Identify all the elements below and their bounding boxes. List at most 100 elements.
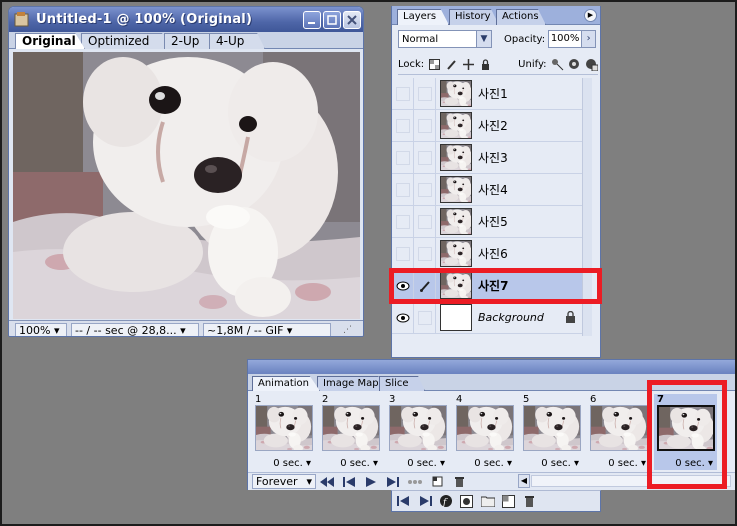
frame-scrollbar[interactable] [531, 475, 731, 487]
frame-thumbnail [456, 405, 514, 451]
link-box [417, 214, 432, 229]
layer-style-button[interactable]: f [438, 494, 453, 509]
layer-name: 사진1 [478, 87, 508, 101]
frame-delay[interactable]: 0 sec. ▾ [252, 458, 315, 469]
minimize-button[interactable] [303, 10, 321, 29]
unify-position-icon[interactable] [551, 58, 564, 71]
tab-image-map[interactable]: Image Map [317, 376, 389, 391]
lock-brush-icon[interactable] [445, 58, 458, 71]
frame-item[interactable]: 4 0 sec. ▾ [453, 394, 516, 472]
frame-delay[interactable]: 0 sec. ▾ [654, 458, 717, 469]
next-frame-button[interactable] [382, 474, 404, 489]
link-toggle[interactable] [414, 141, 436, 174]
visibility-toggle[interactable] [392, 141, 414, 174]
next-frame-small-button[interactable] [417, 494, 432, 509]
frame-item[interactable]: 2 0 sec. ▾ [319, 394, 382, 472]
link-toggle[interactable] [414, 237, 436, 270]
tab-history[interactable]: History [449, 9, 499, 25]
previous-frame-small-button[interactable] [396, 494, 411, 509]
visibility-toggle[interactable] [392, 173, 414, 206]
new-set-button[interactable] [480, 494, 495, 509]
layer-row-background[interactable]: Background [392, 301, 582, 334]
frame-item[interactable]: 6 0 sec. ▾ [587, 394, 650, 472]
layer-row[interactable]: 사진3 [392, 141, 582, 174]
blend-mode-select[interactable]: Normal ▼ [398, 30, 492, 48]
layer-row[interactable]: 사진1 [392, 77, 582, 110]
close-button[interactable] [343, 10, 361, 29]
link-toggle[interactable] [414, 77, 436, 110]
step-forward-icon [387, 476, 399, 487]
play-icon [366, 476, 376, 487]
link-toggle[interactable] [414, 269, 436, 302]
layer-row[interactable]: 사진4 [392, 173, 582, 206]
lock-transparency-icon[interactable] [428, 58, 441, 71]
adjustment-layer-button[interactable] [501, 494, 516, 509]
layer-row[interactable]: 사진2 [392, 109, 582, 142]
unify-style-icon[interactable] [585, 58, 598, 71]
resize-grip-icon[interactable]: ⋰ [343, 325, 352, 335]
tab-animation[interactable]: Animation [252, 376, 320, 391]
animation-panel-titlebar[interactable] [248, 360, 736, 374]
duplicate-frame-button[interactable] [426, 474, 448, 489]
lock-move-icon[interactable] [462, 58, 475, 71]
frame-thumbnail [389, 405, 447, 451]
layer-row[interactable]: 사진6 [392, 237, 582, 270]
lock-row: Lock: Unify: [398, 55, 598, 75]
frame-item[interactable]: 5 0 sec. ▾ [520, 394, 583, 472]
layers-bottom-toolbar: f [391, 490, 601, 512]
opacity-slider-button[interactable]: › [582, 30, 597, 48]
frame-delay[interactable]: 0 sec. ▾ [453, 458, 516, 469]
opacity-input[interactable]: 100% [548, 30, 583, 48]
link-toggle[interactable] [414, 301, 436, 334]
download-time-select[interactable]: -- / -- sec @ 28,8... ▾ [71, 322, 199, 336]
visibility-toggle[interactable] [392, 269, 414, 302]
tab-optimized[interactable]: Optimized [81, 33, 175, 49]
lock-all-icon[interactable] [479, 58, 492, 71]
tab-actions[interactable]: Actions [496, 9, 546, 25]
link-toggle[interactable] [414, 109, 436, 142]
document-titlebar[interactable]: Untitled-1 @ 100% (Original) [9, 7, 363, 32]
scroll-left-button[interactable]: ◀ [518, 474, 530, 488]
link-toggle[interactable] [414, 205, 436, 238]
frame-delay[interactable]: 0 sec. ▾ [319, 458, 382, 469]
visibility-toggle[interactable] [392, 77, 414, 110]
first-frame-button[interactable] [316, 474, 338, 489]
previous-frame-button[interactable] [338, 474, 360, 489]
delete-layer-button[interactable] [522, 494, 537, 509]
frame-item-selected[interactable]: 7 0 sec. ▾ [654, 394, 717, 472]
zoom-select[interactable]: 100% ▾ [15, 322, 67, 336]
loop-select[interactable]: Forever ▾ [252, 474, 316, 489]
add-mask-button[interactable] [459, 494, 474, 509]
visibility-toggle[interactable] [392, 237, 414, 270]
maximize-button[interactable] [323, 10, 341, 29]
tab-layers[interactable]: Layers [397, 9, 449, 25]
layer-list-scrollbar[interactable] [582, 78, 592, 336]
file-size-select[interactable]: ~1,8M / -- GIF ▾ [203, 322, 331, 336]
visibility-toggle[interactable] [392, 109, 414, 142]
visibility-toggle[interactable] [392, 205, 414, 238]
link-box [417, 182, 432, 197]
tab-4-up[interactable]: 4-Up [209, 33, 265, 49]
layer-thumbnail [440, 176, 472, 203]
layer-row-selected[interactable]: 사진7 [392, 269, 582, 302]
tab-slice[interactable]: Slice [379, 376, 425, 391]
layers-panel: Layers History Actions ▶ Normal ▼ Opacit… [391, 6, 601, 358]
document-canvas[interactable] [13, 52, 360, 319]
unify-visibility-icon[interactable] [568, 58, 581, 71]
frame-delay-value: 0 sec. [340, 458, 370, 469]
layer-row[interactable]: 사진5 [392, 205, 582, 238]
link-box [417, 310, 432, 325]
delete-frame-button[interactable] [448, 474, 470, 489]
frame-item[interactable]: 3 0 sec. ▾ [386, 394, 449, 472]
layer-name: 사진4 [478, 183, 508, 197]
visibility-toggle[interactable] [392, 301, 414, 334]
frame-delay[interactable]: 0 sec. ▾ [520, 458, 583, 469]
play-button[interactable] [360, 474, 382, 489]
frame-delay[interactable]: 0 sec. ▾ [587, 458, 650, 469]
link-toggle[interactable] [414, 173, 436, 206]
tab-original[interactable]: Original [15, 33, 85, 49]
panel-menu-button[interactable]: ▶ [584, 9, 597, 22]
frame-item[interactable]: 1 0 sec. ▾ [252, 394, 315, 472]
frame-delay[interactable]: 0 sec. ▾ [386, 458, 449, 469]
tween-button[interactable] [404, 474, 426, 489]
